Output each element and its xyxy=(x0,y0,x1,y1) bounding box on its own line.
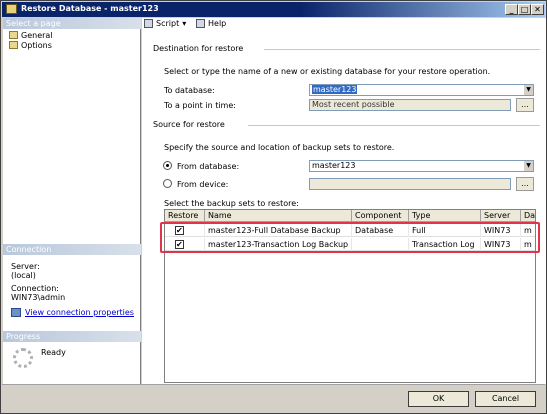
connection-label: Connection: xyxy=(11,284,59,293)
from-database-combo[interactable]: master123 ▼ xyxy=(309,160,534,172)
title-bar: Restore Database - master123 _ □ ✕ xyxy=(2,2,545,17)
from-database-radio[interactable] xyxy=(163,161,172,170)
script-icon xyxy=(144,19,153,28)
script-label: Script xyxy=(156,19,180,28)
cancel-button[interactable]: Cancel xyxy=(475,391,536,407)
col-database[interactable]: Da xyxy=(521,210,535,222)
selection-highlight xyxy=(160,222,540,253)
from-database-value: master123 xyxy=(312,161,356,170)
destination-group-title: Destination for restore xyxy=(153,44,244,53)
progress-status: Ready xyxy=(41,348,66,357)
maximize-button[interactable]: □ xyxy=(518,4,531,15)
database-icon xyxy=(6,4,17,14)
from-device-radio[interactable] xyxy=(163,179,172,188)
col-server[interactable]: Server xyxy=(481,210,521,222)
from-database-label: From database: xyxy=(177,162,240,171)
view-connection-properties-link[interactable]: View connection properties xyxy=(25,308,134,317)
point-in-time-value: Most recent possible xyxy=(312,100,395,109)
button-bar: OK Cancel xyxy=(2,384,545,413)
page-icon xyxy=(9,31,18,39)
page-icon xyxy=(9,41,18,49)
point-in-time-browse-button[interactable]: ... xyxy=(516,98,534,112)
col-restore[interactable]: Restore xyxy=(165,210,205,222)
server-label: Server: xyxy=(11,262,40,271)
select-page-header: Select a page xyxy=(3,18,141,29)
destination-description: Select or type the name of a new or exis… xyxy=(164,67,491,76)
source-description: Specify the source and location of backu… xyxy=(164,143,395,152)
page-options[interactable]: Options xyxy=(9,40,52,50)
group-divider xyxy=(248,125,540,126)
grid-header: Restore Name Component Type Server Da xyxy=(165,210,535,222)
help-button[interactable]: Help xyxy=(196,19,226,28)
connection-header: Connection xyxy=(3,244,141,255)
progress-header: Progress xyxy=(3,331,141,342)
col-component[interactable]: Component xyxy=(352,210,409,222)
page-options-label: Options xyxy=(21,40,52,50)
script-dropdown-icon: ▾ xyxy=(182,19,187,28)
point-in-time-field: Most recent possible xyxy=(309,99,511,111)
group-divider xyxy=(264,49,540,50)
right-pane: Script ▾ Help Destination for restore Se… xyxy=(142,18,546,384)
restore-database-window: Restore Database - master123 _ □ ✕ Selec… xyxy=(0,0,547,414)
to-database-value: master123 xyxy=(312,85,358,94)
ok-button[interactable]: OK xyxy=(408,391,469,407)
toolbar: Script ▾ Help xyxy=(142,18,546,31)
chevron-down-icon[interactable]: ▼ xyxy=(523,85,533,95)
backup-sets-label: Select the backup sets to restore: xyxy=(164,199,299,208)
to-database-label: To database: xyxy=(164,86,215,95)
page-general[interactable]: General xyxy=(9,30,53,40)
connection-properties-icon xyxy=(11,308,21,317)
connection-value: WIN73\admin xyxy=(11,293,66,302)
point-in-time-label: To a point in time: xyxy=(164,101,236,110)
window-title: Restore Database - master123 xyxy=(21,4,159,13)
progress-spinner-icon xyxy=(13,348,33,368)
server-value: (local) xyxy=(11,271,36,280)
close-button[interactable]: ✕ xyxy=(531,4,544,15)
chevron-down-icon[interactable]: ▼ xyxy=(523,161,533,171)
left-pane: Select a page General Options Connection… xyxy=(3,18,141,384)
from-device-browse-button[interactable]: ... xyxy=(516,177,534,191)
help-label: Help xyxy=(208,19,227,28)
script-button[interactable]: Script ▾ xyxy=(144,19,186,28)
to-database-combo[interactable]: master123 ▼ xyxy=(309,84,534,96)
from-device-label: From device: xyxy=(177,180,229,189)
page-general-label: General xyxy=(21,30,53,40)
from-device-field xyxy=(309,178,511,190)
col-type[interactable]: Type xyxy=(409,210,481,222)
help-icon xyxy=(196,19,205,28)
source-group-title: Source for restore xyxy=(153,120,225,129)
minimize-button[interactable]: _ xyxy=(505,4,518,15)
col-name[interactable]: Name xyxy=(205,210,352,222)
